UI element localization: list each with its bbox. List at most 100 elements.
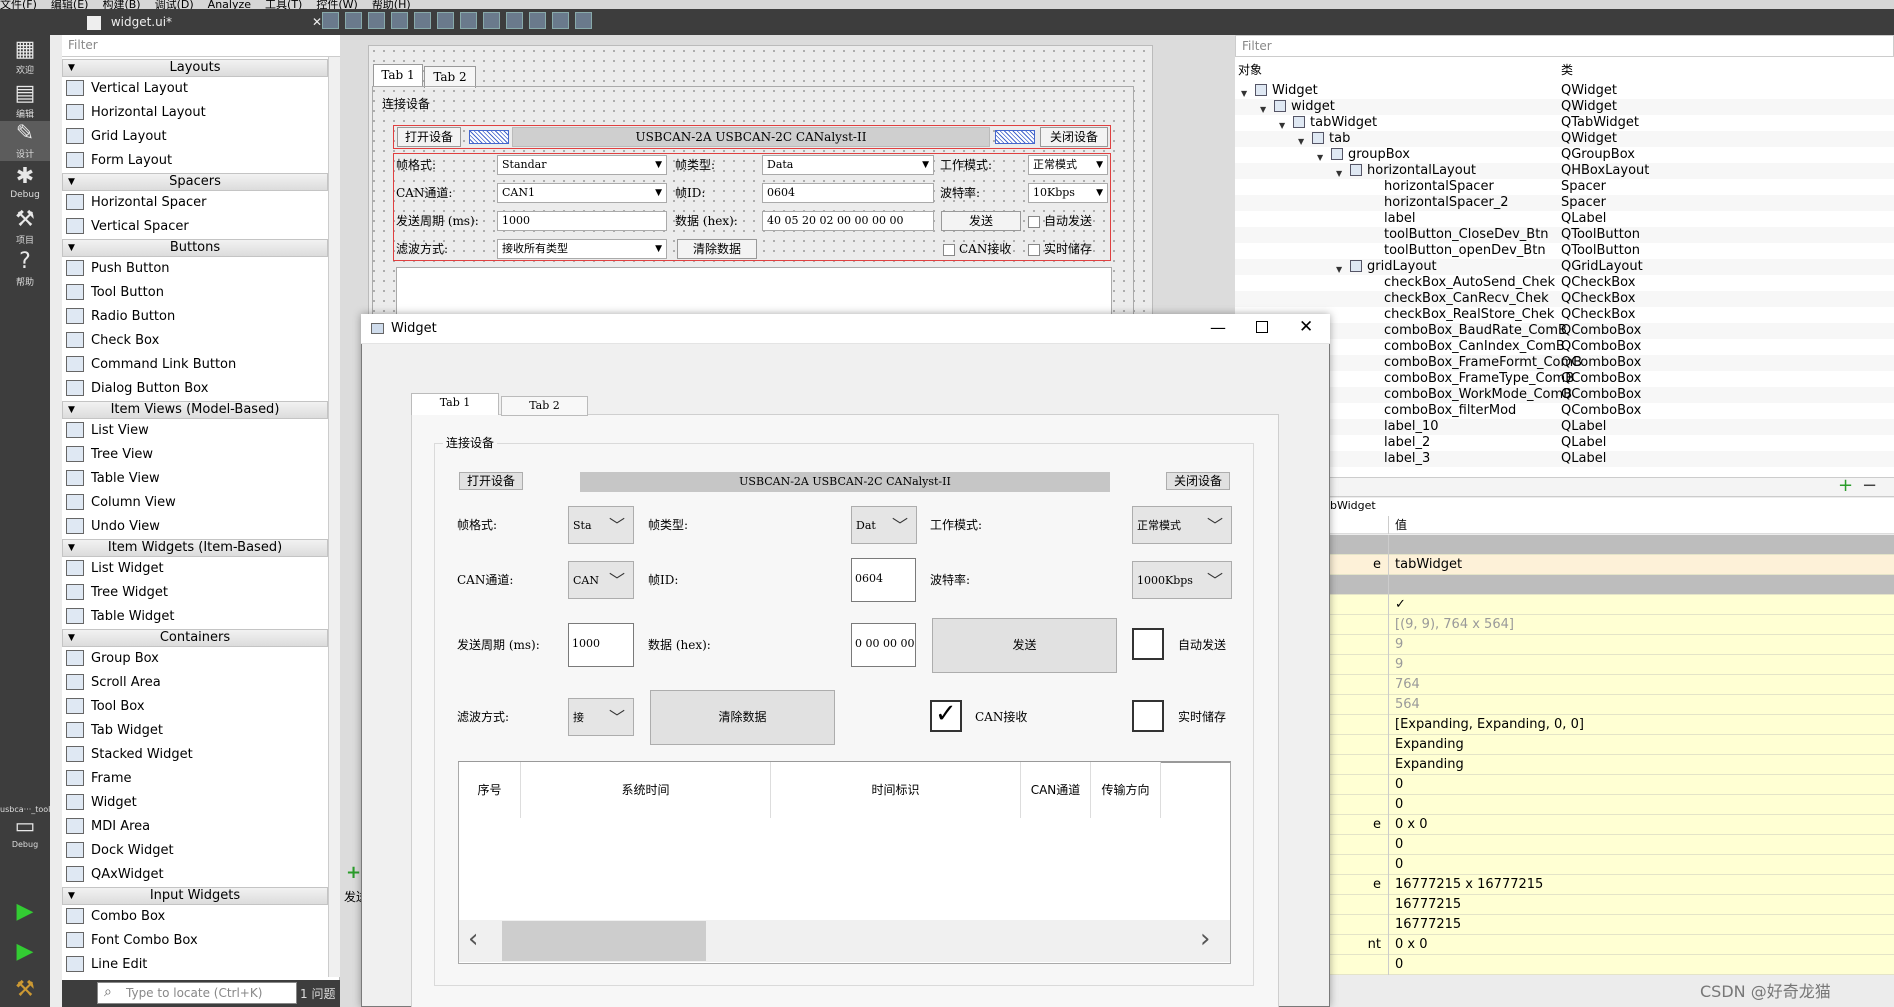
form-filter-combo[interactable]: 接收所有类型 ▼ <box>497 239 667 259</box>
mode-项目[interactable]: ⚒ 项目 <box>0 207 50 247</box>
preview-clear-button[interactable]: 清除数据 <box>650 690 835 745</box>
form-auto-send-checkbox[interactable]: 自动发送 <box>1028 213 1092 229</box>
widget-item[interactable]: List View <box>66 420 149 442</box>
run-button[interactable]: ▶ <box>0 899 50 925</box>
menu-item[interactable]: 文件(F) <box>0 0 37 9</box>
property-row[interactable]: 16777215 <box>1328 895 1894 915</box>
property-row[interactable]: nt 0 x 0 <box>1328 935 1894 955</box>
object-row[interactable]: ▼ gridLayout QGridLayout <box>1235 259 1894 275</box>
open-file-tab[interactable]: widget.ui* ✕ <box>57 12 327 32</box>
adjust-size-icon[interactable] <box>575 12 592 29</box>
form-baud-combo[interactable]: 10Kbps ▼ <box>1028 183 1108 203</box>
table-header-direction[interactable]: 传输方向 <box>1091 762 1161 818</box>
preview-work-mode-combo[interactable]: 正常模式 ﹀ <box>1132 506 1232 544</box>
widget-item[interactable]: Combo Box <box>66 906 165 928</box>
object-row[interactable]: label QLabel <box>1235 211 1894 227</box>
property-value[interactable]: 564 <box>1388 695 1894 715</box>
preview-open-button[interactable]: 打开设备 <box>459 472 523 490</box>
property-value[interactable]: 0 <box>1388 955 1894 975</box>
object-row[interactable]: label_3 QLabel <box>1235 451 1894 467</box>
preview-close-button[interactable]: 关闭设备 <box>1166 472 1230 490</box>
preview-auto-send-checkbox[interactable] <box>1132 628 1164 660</box>
debug-run-button[interactable]: ▶ <box>0 939 50 965</box>
widget-item[interactable]: Stacked Widget <box>66 744 193 766</box>
widget-category[interactable]: ▼ Spacers <box>62 173 328 191</box>
edit-widgets-icon[interactable] <box>322 12 339 29</box>
mode-帮助[interactable]: ? 帮助 <box>0 249 50 289</box>
remove-property-icon[interactable]: − <box>1862 477 1877 495</box>
layout-grid-icon[interactable] <box>529 12 546 29</box>
edit-buddies-icon[interactable] <box>368 12 385 29</box>
property-row[interactable]: 0 <box>1328 835 1894 855</box>
object-row[interactable]: toolButton_openDev_Btn QToolButton <box>1235 243 1894 259</box>
widget-item[interactable]: Tree View <box>66 444 153 466</box>
widget-item[interactable]: Line Edit <box>66 954 147 976</box>
property-row[interactable]: 0 <box>1328 955 1894 975</box>
object-row[interactable]: checkBox_RealStore_Chek QCheckBox <box>1235 307 1894 323</box>
build-button[interactable]: ⚒ <box>0 977 50 1003</box>
object-row[interactable]: comboBox_WorkMode_ComB QComboBox <box>1235 387 1894 403</box>
object-row[interactable]: ▼ groupBox QGroupBox <box>1235 147 1894 163</box>
break-layout-icon[interactable] <box>552 12 569 29</box>
table-header-timestamp[interactable]: 时间标识 <box>771 762 1021 818</box>
property-value[interactable]: 9 <box>1388 655 1894 675</box>
property-row[interactable] <box>1328 575 1894 595</box>
property-row[interactable]: 0 <box>1328 795 1894 815</box>
form-frame-type-combo[interactable]: Data ▼ <box>762 155 934 175</box>
widget-item[interactable]: Vertical Spacer <box>66 216 189 238</box>
form-can-channel-combo[interactable]: CAN1 ▼ <box>497 183 667 203</box>
object-row[interactable]: ▼ tabWidget QTabWidget <box>1235 115 1894 131</box>
widget-item[interactable]: Horizontal Spacer <box>66 192 206 214</box>
form-frame-format-combo[interactable]: Standar ▼ <box>497 155 667 175</box>
widget-item[interactable]: Widget <box>66 792 137 814</box>
property-row[interactable]: ✓ <box>1328 595 1894 615</box>
layout-vertical-icon[interactable] <box>437 12 454 29</box>
property-value[interactable]: ✓ <box>1388 595 1894 615</box>
property-row[interactable]: 9 <box>1328 655 1894 675</box>
locator-input[interactable]: Type to locate (Ctrl+K) <box>97 982 297 1004</box>
object-row[interactable]: ▼ Widget QWidget <box>1235 83 1894 99</box>
property-row[interactable]: 9 <box>1328 635 1894 655</box>
property-value[interactable]: 0 x 0 <box>1388 935 1894 955</box>
property-row[interactable]: 564 <box>1328 695 1894 715</box>
menu-item[interactable]: 控件(W) <box>316 0 357 9</box>
property-value[interactable]: 764 <box>1388 675 1894 695</box>
mode-欢迎[interactable]: ▦ 欢迎 <box>0 37 50 77</box>
layout-v-splitter-icon[interactable] <box>483 12 500 29</box>
property-value[interactable]: [(9, 9), 764 x 564] <box>1388 615 1894 635</box>
property-row[interactable]: e tabWidget <box>1328 555 1894 575</box>
widget-item[interactable]: Tool Box <box>66 696 145 718</box>
form-data-input[interactable]: 40 05 20 02 00 00 00 00 <box>762 211 934 231</box>
mode-设计[interactable]: ✎ 设计 <box>0 121 50 161</box>
form-work-mode-combo[interactable]: 正常模式 ▼ <box>1028 155 1108 175</box>
widget-category[interactable]: ▼ Input Widgets <box>62 887 328 905</box>
property-value[interactable]: 0 <box>1388 835 1894 855</box>
menu-item[interactable]: 帮助(H) <box>372 0 411 9</box>
property-filter-bar[interactable] <box>1328 477 1894 497</box>
widget-category[interactable]: ▼ Buttons <box>62 239 328 257</box>
widget-item[interactable]: Group Box <box>66 648 159 670</box>
widget-item[interactable]: Radio Button <box>66 306 175 328</box>
table-header-can-channel[interactable]: CAN通道 <box>1021 762 1091 818</box>
preview-data-input[interactable]: 0 00 00 00 <box>851 623 916 667</box>
property-row[interactable]: 0 <box>1328 855 1894 875</box>
widget-category[interactable]: ▼ Item Widgets (Item-Based) <box>62 539 328 557</box>
object-row[interactable]: comboBox_filterMod QComboBox <box>1235 403 1894 419</box>
preview-filter-combo[interactable]: 接 ﹀ <box>568 698 634 736</box>
widget-category[interactable]: ▼ Layouts <box>62 59 328 77</box>
widget-category[interactable]: ▼ Containers <box>62 629 328 647</box>
preview-send-button[interactable]: 发送 <box>932 618 1117 673</box>
preview-frame-format-combo[interactable]: Sta ﹀ <box>568 506 634 544</box>
edit-tab-order-icon[interactable] <box>391 12 408 29</box>
property-value[interactable]: tabWidget <box>1388 555 1894 575</box>
edit-signals-icon[interactable] <box>345 12 362 29</box>
widget-item[interactable]: MDI Area <box>66 816 150 838</box>
property-value[interactable] <box>1388 575 1894 595</box>
scrollbar-thumb[interactable] <box>502 921 706 961</box>
layout-h-splitter-icon[interactable] <box>460 12 477 29</box>
table-header-index[interactable]: 序号 <box>459 762 521 818</box>
object-row[interactable]: ▼ horizontalLayout QHBoxLayout <box>1235 163 1894 179</box>
property-row[interactable]: 764 <box>1328 675 1894 695</box>
object-row[interactable]: comboBox_FrameType_ComB QComboBox <box>1235 371 1894 387</box>
widget-item[interactable]: Grid Layout <box>66 126 167 148</box>
